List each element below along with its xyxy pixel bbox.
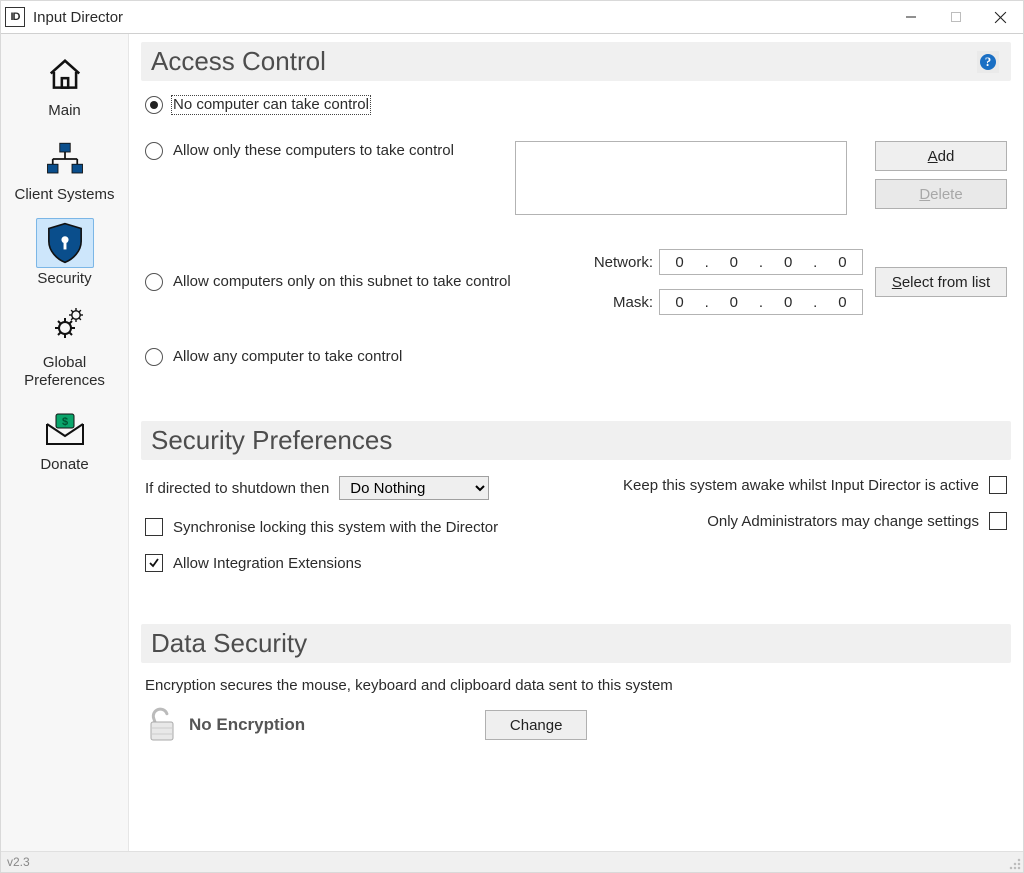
help-button[interactable]: ?	[977, 51, 999, 73]
sidebar-item-label: Security	[1, 270, 128, 288]
mask-ip-input[interactable]: 0. 0. 0. 0	[659, 289, 863, 315]
close-icon	[994, 11, 1007, 24]
radio-label: Allow computers only on this subnet to t…	[171, 272, 513, 292]
sidebar-item-security[interactable]: Security	[1, 212, 128, 296]
donate-icon: $	[43, 410, 87, 448]
sidebar-item-label: Client Systems	[1, 186, 128, 204]
network-ip-input[interactable]: 0. 0. 0. 0	[659, 249, 863, 275]
checkbox-label: Only Administrators may change settings	[707, 513, 979, 530]
button-label: Change	[510, 717, 563, 734]
section-title: Security Preferences	[151, 425, 392, 456]
window-title: Input Director	[33, 9, 123, 26]
data-security-description: Encryption secures the mouse, keyboard a…	[145, 677, 1007, 694]
allowed-computers-listbox[interactable]	[515, 141, 847, 215]
ip-octet: 0	[726, 254, 742, 271]
resize-grip[interactable]	[1009, 858, 1021, 870]
radio-allow-any[interactable]	[145, 348, 163, 366]
shutdown-select[interactable]: Do Nothing	[339, 476, 489, 500]
gears-icon	[45, 308, 85, 346]
encryption-state: No Encryption	[189, 715, 305, 735]
svg-text:$: $	[61, 416, 67, 428]
checkbox-allow-extensions[interactable]	[145, 554, 163, 572]
section-header-data-security: Data Security	[141, 624, 1011, 663]
delete-button[interactable]: Delete	[875, 179, 1007, 209]
radio-allow-list[interactable]	[145, 142, 163, 160]
section-header-access-control: Access Control ?	[141, 42, 1011, 81]
main-panel: Access Control ? No computer can take co…	[129, 34, 1023, 851]
radio-no-computer[interactable]	[145, 96, 163, 114]
button-label-rest: elect from list	[902, 274, 990, 291]
version-label: v2.3	[7, 855, 30, 869]
ip-octet: 0	[780, 294, 796, 311]
checkbox-label: Keep this system awake whilst Input Dire…	[623, 477, 979, 494]
add-button[interactable]: Add	[875, 141, 1007, 171]
network-label: Network:	[594, 254, 653, 271]
sidebar-item-global-preferences[interactable]: GlobalPreferences	[1, 296, 128, 398]
checkbox-label: Allow Integration Extensions	[173, 555, 361, 572]
sidebar-item-client-systems[interactable]: Client Systems	[1, 128, 128, 212]
titlebar: ID Input Director	[1, 1, 1023, 34]
shield-icon	[45, 222, 85, 264]
window-close-button[interactable]	[978, 2, 1023, 32]
maximize-icon	[950, 11, 962, 23]
ip-octet: 0	[780, 254, 796, 271]
checkbox-admin-only[interactable]	[989, 512, 1007, 530]
radio-label: No computer can take control	[171, 95, 371, 115]
home-icon	[46, 56, 84, 94]
help-icon: ?	[979, 53, 997, 71]
checkbox-sync-locking[interactable]	[145, 518, 163, 536]
section-header-security-prefs: Security Preferences	[141, 421, 1011, 460]
ip-octet: 0	[672, 294, 688, 311]
section-title: Access Control	[151, 46, 326, 77]
checkbox-keep-awake[interactable]	[989, 476, 1007, 494]
ip-octet: 0	[672, 254, 688, 271]
network-icon	[44, 140, 86, 178]
ip-octet: 0	[834, 294, 850, 311]
statusbar: v2.3	[1, 851, 1023, 872]
ip-octet: 0	[834, 254, 850, 271]
sidebar-item-label: Main	[1, 102, 128, 120]
sidebar-item-donate[interactable]: $ Donate	[1, 398, 128, 482]
window-maximize-button[interactable]	[933, 2, 978, 32]
sidebar: Main Client Systems	[1, 34, 129, 851]
shutdown-label: If directed to shutdown then	[145, 480, 329, 497]
ip-octet: 0	[726, 294, 742, 311]
section-title: Data Security	[151, 628, 307, 659]
unlocked-padlock-icon	[145, 706, 179, 744]
sidebar-item-main[interactable]: Main	[1, 44, 128, 128]
radio-label: Allow any computer to take control	[171, 347, 404, 367]
minimize-icon	[905, 11, 917, 23]
svg-text:?: ?	[985, 54, 992, 69]
radio-subnet[interactable]	[145, 273, 163, 291]
mask-label: Mask:	[613, 294, 653, 311]
change-encryption-button[interactable]: Change	[485, 710, 587, 740]
window-minimize-button[interactable]	[888, 2, 933, 32]
sidebar-item-label: Donate	[1, 456, 128, 474]
select-from-list-button[interactable]: Select from list	[875, 267, 1007, 297]
app-icon: ID	[5, 7, 25, 27]
sidebar-item-label: GlobalPreferences	[1, 354, 128, 390]
radio-label: Allow only these computers to take contr…	[171, 141, 456, 161]
button-label-rest: elete	[930, 186, 963, 203]
button-label-rest: dd	[938, 148, 955, 165]
checkbox-label: Synchronise locking this system with the…	[173, 519, 498, 536]
